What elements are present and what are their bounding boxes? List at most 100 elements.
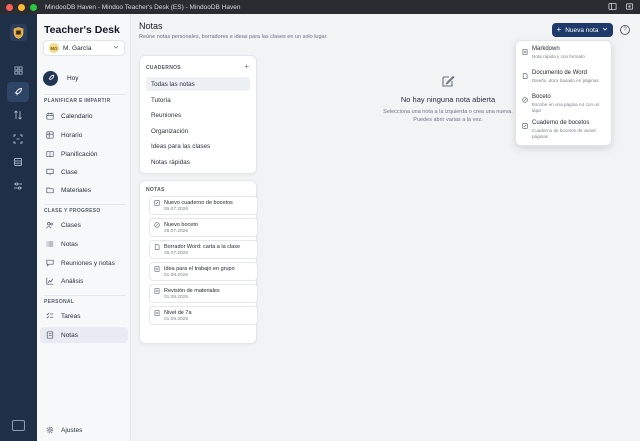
document-icon (522, 73, 528, 79)
checklist-icon (45, 312, 55, 320)
notebook-item[interactable]: Reuniones (146, 108, 250, 122)
close-window-button[interactable] (6, 3, 13, 11)
notebook-item[interactable]: Todas las notas (146, 77, 250, 91)
sidebar-item-label: Notas (61, 331, 78, 339)
sync-status-icon[interactable] (625, 2, 634, 13)
menu-item-word[interactable]: Documento de Word Diseño .docx basado en… (520, 70, 609, 92)
note-item[interactable]: Nuevo boceto 26.07.2026 (149, 218, 258, 237)
minimize-window-button[interactable] (18, 3, 25, 11)
sync-arrows-icon (14, 110, 22, 120)
sidebar-item-clases[interactable]: Clases (40, 217, 128, 233)
collapse-panel-icon[interactable] (12, 420, 25, 431)
new-note-menu: Markdown Nota rápida y con formato Docum… (515, 40, 612, 146)
divider (44, 295, 126, 296)
app-brand: Teacher's Desk (44, 24, 120, 36)
rail-database[interactable] (7, 152, 29, 172)
rail-teachers-desk[interactable] (7, 82, 29, 102)
markdown-icon (522, 49, 528, 55)
schedule-icon (45, 131, 55, 139)
book-icon (45, 150, 55, 158)
user-name: M. García (63, 44, 92, 52)
sidebar-item-tareas[interactable]: Tareas (40, 308, 128, 324)
sidebar-item-label: Planificación (61, 150, 98, 158)
presentation-icon (45, 168, 55, 176)
sidebar-item-notas-progreso[interactable]: Notas (40, 236, 128, 252)
note-item[interactable]: Borrador Word: carta a la clase 26.07.20… (149, 240, 258, 259)
menu-item-boceto[interactable]: Boceto Escribe en una página A4 con un l… (520, 94, 609, 116)
avatar: MG (49, 43, 59, 53)
sidebar-item-reuniones[interactable]: Reuniones y notas (40, 255, 128, 271)
chat-icon (45, 259, 55, 267)
main-content: Notas Reúne notas personales, borradores… (131, 14, 640, 441)
markdown-icon (154, 266, 160, 272)
section-title-progress: CLASE Y PROGRESO (44, 208, 101, 214)
menu-item-desc: Escribe en una página A4 con un lápiz (532, 102, 600, 113)
sidebar-item-label: Calendario (61, 112, 93, 120)
notebook-item[interactable]: Tutoría (146, 93, 250, 107)
note-date: 01.08.2026 (164, 273, 189, 278)
notebooks-header: CUADERNOS (146, 65, 181, 71)
zoom-window-button[interactable] (30, 3, 37, 11)
notes-panel: NOTAS Nuevo cuaderno de bocetos 26.07.20… (139, 180, 258, 344)
sketchbook-icon (154, 200, 160, 206)
traffic-lights (6, 3, 37, 11)
rail-sync[interactable] (7, 105, 29, 125)
empty-state-text: Selecciona una nota a la izquierda o cre… (383, 109, 513, 123)
note-title: Revisión de materiales (164, 288, 220, 294)
sidebar-item-hoy[interactable]: Hoy (43, 69, 125, 87)
note-item[interactable]: Nivel de 7a 01.08.2025 (149, 306, 258, 325)
help-button[interactable]: ? (620, 25, 630, 35)
sidebar-item-horario[interactable]: Horario (40, 127, 128, 143)
section-title-personal: PERSONAL (44, 299, 75, 305)
note-item[interactable]: Revisión de materiales 01.08.2025 (149, 284, 258, 303)
sidebar-item-materiales[interactable]: Materiales (40, 182, 128, 198)
menu-item-title: Boceto (532, 94, 551, 100)
rail-focus[interactable] (7, 129, 29, 149)
menu-item-title: Cuaderno de bocetos (532, 120, 590, 126)
sidebar-item-label: Reuniones y notas (61, 259, 115, 267)
rail-dashboard[interactable] (7, 60, 29, 80)
menu-item-cuaderno-bocetos[interactable]: Cuaderno de bocetos Cuaderno de bocetos … (520, 120, 609, 142)
divider (44, 94, 126, 95)
plus-icon: + (556, 25, 562, 34)
calendar-icon (45, 112, 55, 120)
note-date: 26.07.2026 (164, 229, 189, 234)
sidebar-item-clase[interactable]: Clase (40, 164, 128, 180)
sidebar-item-planificacion[interactable]: Planificación (40, 146, 128, 162)
section-title-plan: PLANIFICAR E IMPARTIR (44, 98, 111, 104)
window-titlebar: MindooDB Haven - Mindoo Teacher's Desk (… (0, 0, 640, 14)
note-item[interactable]: Nuevo cuaderno de bocetos 26.07.2026 (149, 196, 258, 215)
user-switcher[interactable]: MG M. García (43, 40, 125, 56)
chevron-down-icon (113, 44, 119, 52)
list-icon (45, 240, 55, 248)
note-title: Idea para el trabajo en grupo (164, 266, 235, 272)
notebook-item[interactable]: Notas rápidas (146, 155, 250, 169)
sidebar: Teacher's Desk MG M. García Hoy PLANIFIC… (37, 14, 131, 441)
notebooks-panel: CUADERNOS + Todas las notas Tutoría Reun… (139, 55, 257, 174)
chart-icon (45, 277, 55, 285)
rocket-icon (43, 70, 58, 86)
new-note-button[interactable]: + Nueva nota (552, 23, 613, 37)
add-notebook-button[interactable]: + (244, 62, 249, 71)
menu-item-desc: Cuaderno de bocetos de varias páginas (532, 128, 596, 139)
menu-item-markdown[interactable]: Markdown Nota rápida y con formato (520, 46, 609, 68)
markdown-icon (154, 310, 160, 316)
sketchbook-icon (522, 123, 528, 129)
app-logo (10, 24, 27, 41)
notebook-item[interactable]: Ideas para las clases (146, 139, 250, 153)
menu-item-title: Documento de Word (532, 70, 587, 76)
sidebar-item-analisis[interactable]: Análisis (40, 273, 128, 289)
note-item[interactable]: Idea para el trabajo en grupo 01.08.2026 (149, 262, 258, 281)
rail-settings[interactable] (7, 176, 29, 196)
app-rail (0, 14, 37, 441)
gear-icon (45, 426, 55, 434)
note-date: 01.08.2025 (164, 317, 189, 322)
notebook-item[interactable]: Organización (146, 124, 250, 138)
menu-item-desc: Nota rápida y con formato (532, 54, 585, 59)
sidebar-item-notas[interactable]: Notas (40, 327, 128, 343)
settings-button[interactable]: Ajustes (40, 422, 128, 438)
note-date: 26.07.2026 (164, 207, 189, 212)
note-title: Nivel de 7a (164, 310, 192, 316)
sidebar-toggle-icon[interactable] (608, 2, 617, 13)
sidebar-item-calendario[interactable]: Calendario (40, 108, 128, 124)
